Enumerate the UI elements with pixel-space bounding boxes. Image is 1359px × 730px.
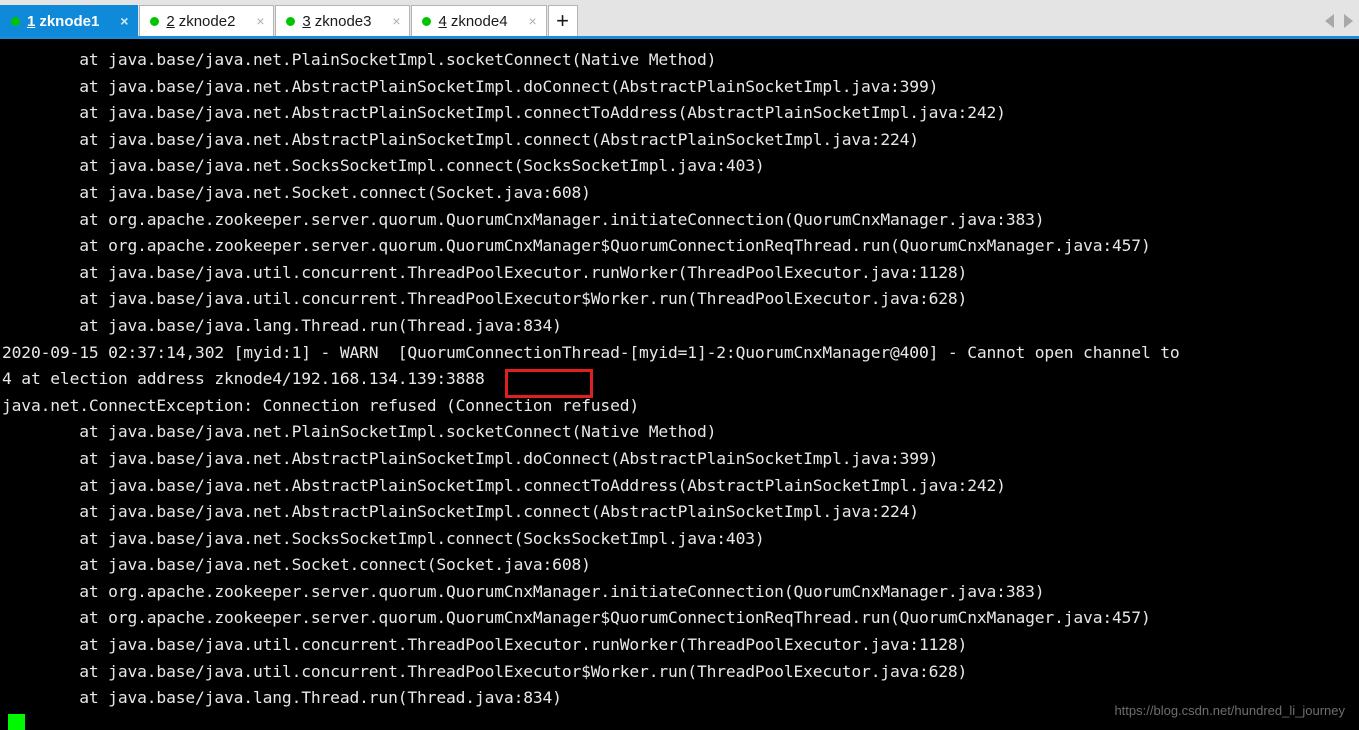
tab-status-dot-icon — [422, 16, 432, 26]
terminal-line: at java.base/java.lang.Thread.run(Thread… — [2, 688, 562, 708]
terminal-line: at java.base/java.net.AbstractPlainSocke… — [2, 502, 919, 522]
tab-strip: 1 zknode1 × 2 zknode2 × 3 zknode3 × 4 zknode4 × — [0, 0, 548, 36]
tab-bar: 1 zknode1 × 2 zknode2 × 3 zknode3 × 4 zknode4 × + — [0, 0, 1359, 39]
terminal-line: at java.base/java.net.PlainSocketImpl.so… — [2, 422, 717, 442]
terminal-cursor — [8, 714, 25, 730]
tab-status-dot-icon — [286, 16, 296, 26]
terminal-line: at java.base/java.net.AbstractPlainSocke… — [2, 76, 939, 96]
tab-close-icon[interactable]: × — [389, 14, 403, 28]
terminal-line: at org.apache.zookeeper.server.quorum.Qu… — [2, 236, 1151, 256]
terminal-line: at java.base/java.net.Socket.connect(Soc… — [2, 182, 591, 202]
new-tab-label: + — [556, 8, 569, 33]
chevron-left-icon[interactable] — [1325, 14, 1334, 28]
terminal-line: at java.base/java.net.PlainSocketImpl.so… — [2, 50, 717, 69]
terminal-line: at java.base/java.net.SocksSocketImpl.co… — [2, 156, 765, 176]
terminal-line: at java.base/java.net.AbstractPlainSocke… — [2, 475, 1006, 495]
terminal-line: at java.base/java.net.SocksSocketImpl.co… — [2, 528, 765, 548]
terminal-line: at java.base/java.util.concurrent.Thread… — [2, 289, 968, 309]
terminal-line: at java.base/java.net.AbstractPlainSocke… — [2, 103, 1006, 123]
tab-status-dot-icon — [11, 16, 20, 26]
terminal-line: at java.base/java.net.Socket.connect(Soc… — [2, 555, 591, 575]
tab-title-label: zknode2 — [178, 12, 236, 30]
tab-index-label: 3 — [302, 12, 311, 30]
tab-index-label: 1 — [27, 12, 36, 30]
tab-status-dot-icon — [150, 16, 160, 26]
tab-zknode4[interactable]: 4 zknode4 × — [411, 5, 547, 36]
terminal-line: 2020-09-15 02:37:14,302 [myid:1] - WARN … — [2, 342, 1180, 362]
tab-index-label: 2 — [166, 12, 175, 30]
terminal-line: at org.apache.zookeeper.server.quorum.Qu… — [2, 581, 1045, 601]
tab-index-label: 4 — [438, 12, 447, 30]
terminal-line: at java.base/java.util.concurrent.Thread… — [2, 661, 968, 681]
terminal-lines: at java.base/java.net.PlainSocketImpl.so… — [2, 47, 1180, 712]
tab-zknode2[interactable]: 2 zknode2 × — [139, 5, 275, 36]
tab-title-label: zknode1 — [39, 12, 100, 30]
tab-zknode1[interactable]: 1 zknode1 × — [0, 5, 139, 36]
terminal-line: 4 at election address zknode4/192.168.13… — [2, 369, 485, 389]
terminal-line: at org.apache.zookeeper.server.quorum.Qu… — [2, 209, 1045, 229]
terminal-line: at java.base/java.lang.Thread.run(Thread… — [2, 315, 562, 335]
tab-zknode3[interactable]: 3 zknode3 × — [275, 5, 411, 36]
terminal-line: at java.base/java.net.AbstractPlainSocke… — [2, 129, 919, 149]
terminal-line: at org.apache.zookeeper.server.quorum.Qu… — [2, 608, 1151, 628]
chevron-right-icon[interactable] — [1344, 14, 1353, 28]
tab-title-label: zknode4 — [450, 12, 508, 30]
terminal-line: at java.base/java.util.concurrent.Thread… — [2, 262, 968, 282]
tab-close-icon[interactable]: × — [526, 14, 540, 28]
tab-close-icon[interactable]: × — [117, 14, 131, 28]
terminal-line: at java.base/java.net.AbstractPlainSocke… — [2, 448, 939, 468]
tab-title-label: zknode3 — [314, 12, 372, 30]
terminal-line: java.net.ConnectException: Connection re… — [2, 395, 640, 415]
terminal-output-pane[interactable]: at java.base/java.net.PlainSocketImpl.so… — [0, 39, 1359, 730]
tab-close-icon[interactable]: × — [253, 14, 267, 28]
watermark-text: https://blog.csdn.net/hundred_li_journey — [1114, 703, 1345, 718]
new-tab-button[interactable]: + — [547, 5, 578, 36]
terminal-line: at java.base/java.util.concurrent.Thread… — [2, 635, 968, 655]
tab-scroll-controls — [1325, 14, 1353, 28]
